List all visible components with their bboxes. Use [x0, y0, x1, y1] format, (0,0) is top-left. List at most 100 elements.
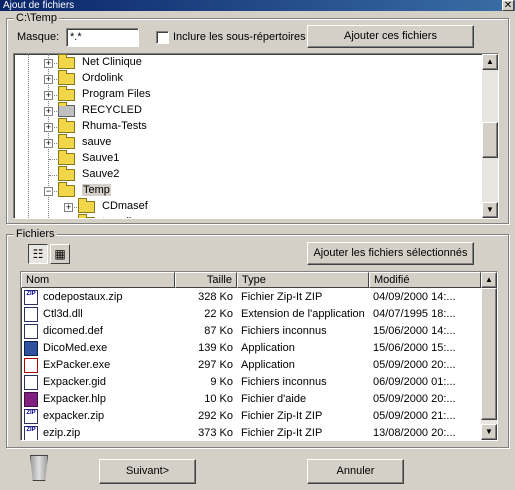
expand-icon[interactable]: +: [44, 107, 53, 116]
tree-guide-line: [49, 159, 57, 160]
file-size: 328 Ko: [198, 291, 233, 303]
expand-icon[interactable]: +: [44, 123, 53, 132]
file-list-header: Nom Taille Type Modifié: [21, 272, 481, 288]
file-type: Fichiers inconnus: [241, 376, 327, 388]
column-header-modified[interactable]: Modifié: [369, 272, 481, 288]
files-group-label: Fichiers: [14, 228, 57, 240]
tree-item-label: sauve: [82, 136, 112, 148]
file-modified: 15/06/2000 15:...: [373, 342, 456, 354]
file-row[interactable]: dicomed.def 87 Ko Fichiers inconnus 15/06/2…: [21, 323, 481, 340]
file-scroll-thumb[interactable]: [481, 288, 497, 420]
file-row[interactable]: Expacker.gid 9 Ko Fichiers inconnus 06/09/2…: [21, 374, 481, 391]
tree-item[interactable]: + RECYCLED: [44, 102, 344, 119]
mask-label: Masque:: [17, 31, 60, 43]
tree-item[interactable]: travail: [64, 214, 364, 218]
collapse-icon[interactable]: −: [44, 187, 53, 196]
file-type: Fichier Zip-It ZIP: [241, 410, 323, 422]
file-size: 292 Ko: [198, 410, 233, 422]
tree-guide-line: [49, 175, 57, 176]
window-title: Ajout de fichiers: [3, 0, 75, 11]
column-header-type[interactable]: Type: [237, 272, 369, 288]
file-row[interactable]: Ctl3d.dll 22 Ko Extension de l'application…: [21, 306, 481, 323]
column-header-size[interactable]: Taille: [175, 272, 237, 288]
zip-file-icon: ZIP: [24, 290, 38, 305]
expand-icon[interactable]: +: [44, 75, 53, 84]
tree-item-label: Program Files: [82, 88, 151, 100]
tree-item[interactable]: − Temp: [44, 182, 344, 199]
folder-icon: [58, 166, 75, 181]
tree-item[interactable]: + sauve: [44, 134, 344, 151]
exe-file-icon: [24, 358, 38, 373]
expand-icon[interactable]: +: [44, 59, 53, 68]
gid-file-icon: [24, 375, 38, 390]
tree-item[interactable]: + Ordolink: [44, 70, 344, 87]
file-row[interactable]: ZIP expacker.zip 292 Ko Fichier Zip-It ZIP 0…: [21, 408, 481, 425]
tree-item[interactable]: + Net Clinique: [44, 54, 344, 71]
file-modified: 13/08/2000 20:...: [373, 427, 456, 439]
file-type: Fichiers inconnus: [241, 325, 327, 337]
tree-item-label: Rhuma-Tests: [82, 120, 147, 132]
file-name: codepostaux.zip: [43, 291, 123, 303]
file-row[interactable]: ZIP codepostaux.zip 328 Ko Fichier Zip-It Z…: [21, 289, 481, 306]
details-view-icon[interactable]: ▦: [50, 244, 70, 264]
file-modified: 06/09/2000 01:...: [373, 376, 456, 388]
folder-icon: [58, 54, 75, 69]
title-bar: Ajout de fichiers ✕: [0, 0, 515, 11]
tree-item[interactable]: + CDmasef: [64, 198, 364, 215]
file-row[interactable]: ExPacker.exe 297 Ko Application 05/09/2000 …: [21, 357, 481, 374]
file-size: 373 Ko: [198, 427, 233, 439]
add-selected-files-button[interactable]: Ajouter les fichiers sélectionnés: [307, 242, 474, 265]
file-scroll-down-icon[interactable]: ▼: [481, 424, 497, 440]
include-subdirs-label[interactable]: Inclure les sous-répertoires: [173, 31, 306, 44]
column-header-name[interactable]: Nom: [21, 272, 175, 288]
file-name: dicomed.def: [43, 325, 103, 337]
folder-icon: [58, 86, 75, 101]
trash-icon[interactable]: [30, 455, 48, 481]
file-size: 9 Ko: [210, 376, 233, 388]
file-scroll-up-icon[interactable]: ▲: [481, 272, 497, 288]
file-row[interactable]: Expacker.hlp 10 Ko Fichier d'aide 05/09/200…: [21, 391, 481, 408]
file-list[interactable]: Nom Taille Type Modifié ZIP codepostaux.z…: [20, 271, 498, 441]
cancel-button[interactable]: Annuler: [307, 459, 404, 484]
expand-icon[interactable]: +: [44, 139, 53, 148]
tree-item-label: RECYCLED: [82, 104, 142, 116]
folder-icon: [58, 182, 75, 197]
file-type: Fichier d'aide: [241, 393, 307, 405]
expand-icon[interactable]: +: [44, 91, 53, 100]
add-files-dialog: Ajout de fichiers ✕ C:\Temp Masque: *.* …: [0, 0, 515, 490]
add-files-button[interactable]: Ajouter ces fichiers: [307, 25, 474, 48]
include-subdirs-checkbox[interactable]: [156, 31, 169, 44]
tree-scrollbar[interactable]: ▲ ▼: [482, 54, 498, 218]
file-name: Expacker.gid: [43, 376, 106, 388]
tree-item[interactable]: Sauve2: [44, 166, 344, 183]
close-icon[interactable]: ✕: [502, 0, 514, 11]
mask-input[interactable]: *.*: [66, 28, 139, 47]
tree-scroll-down-icon[interactable]: ▼: [482, 202, 498, 218]
file-size: 87 Ko: [204, 325, 233, 337]
file-list-scrollbar[interactable]: ▲ ▼: [481, 272, 497, 440]
next-button[interactable]: Suivant>: [99, 459, 196, 484]
tree-scroll-thumb[interactable]: [482, 122, 498, 158]
file-modified: 05/09/2000 20:...: [373, 359, 456, 371]
file-row[interactable]: DicoMed.exe 139 Ko Application 15/06/2000 1…: [21, 340, 481, 357]
file-size: 297 Ko: [198, 359, 233, 371]
file-modified: 04/07/1995 18:...: [373, 308, 456, 320]
folder-icon: [58, 118, 75, 133]
file-modified: 05/09/2000 20:...: [373, 393, 456, 405]
tree-item[interactable]: + Program Files: [44, 86, 344, 103]
tree-item[interactable]: + Rhuma-Tests: [44, 118, 344, 135]
file-modified: 15/06/2000 14:...: [373, 325, 456, 337]
file-name: ezip.zip: [43, 427, 81, 439]
expand-icon[interactable]: +: [64, 203, 73, 212]
file-size: 139 Ko: [198, 342, 233, 354]
folder-icon: [58, 134, 75, 149]
tree-scroll-up-icon[interactable]: ▲: [482, 54, 498, 70]
folder-tree[interactable]: + Net Clinique + Ordolink + Program Files + REC…: [13, 53, 499, 219]
file-name: Ctl3d.dll: [43, 308, 83, 320]
tree-item-label: Net Clinique: [82, 56, 142, 68]
tree-item[interactable]: Sauve1: [44, 150, 344, 167]
file-type: Extension de l'application: [241, 308, 365, 320]
file-row[interactable]: ZIP ezip.zip 373 Ko Fichier Zip-It ZIP 13/08…: [21, 425, 481, 440]
list-view-icon[interactable]: ☷: [28, 244, 48, 264]
folder-group-label: C:\Temp: [14, 12, 59, 24]
